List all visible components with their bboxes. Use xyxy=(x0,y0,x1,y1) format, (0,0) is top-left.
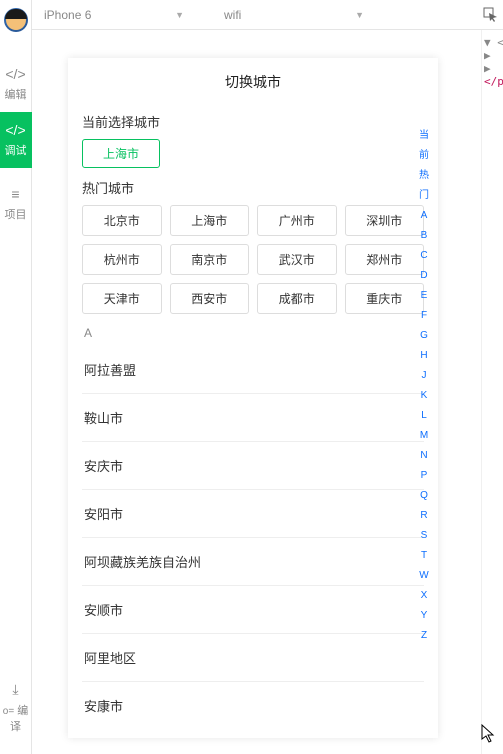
alpha-index-item[interactable]: 热门 xyxy=(416,166,432,206)
inspect-icon[interactable] xyxy=(483,7,499,23)
alpha-index-item[interactable]: T xyxy=(416,546,432,566)
city-list-item[interactable]: 阿里地区 xyxy=(82,633,424,681)
hot-city-item[interactable]: 天津市 xyxy=(82,283,162,314)
avatar[interactable] xyxy=(4,8,28,32)
city-list-item[interactable]: 阿拉善盟 xyxy=(82,346,424,393)
alpha-index-item[interactable]: A xyxy=(416,206,432,226)
hot-city-item[interactable]: 郑州市 xyxy=(345,244,425,275)
sidebar-item-label: o= xyxy=(3,706,14,717)
network-select[interactable]: wifi ▼ xyxy=(224,8,364,22)
sidebar-item-compile[interactable]: ⤓ o= 编译 xyxy=(0,671,32,744)
hot-city-item[interactable]: 重庆市 xyxy=(345,283,425,314)
hot-city-item[interactable]: 上海市 xyxy=(170,205,250,236)
code-line: ▶ xyxy=(482,62,503,75)
current-city-label: 当前选择城市 xyxy=(82,112,424,131)
alpha-index-item[interactable]: S xyxy=(416,526,432,546)
alpha-index-item[interactable]: B xyxy=(416,226,432,246)
simulator: 切换城市 当前选择城市 上海市 热门城市 北京市上海市广州市深圳市杭州市南京市武… xyxy=(68,58,438,738)
hot-city-label: 热门城市 xyxy=(82,178,424,197)
code-icon: </> xyxy=(0,66,32,82)
sidebar-item-label: 项目 xyxy=(5,209,27,221)
alpha-index-item[interactable]: Y xyxy=(416,606,432,626)
sidebar-item-label: 调试 xyxy=(5,145,27,157)
hot-city-item[interactable]: 北京市 xyxy=(82,205,162,236)
page-title: 切换城市 xyxy=(68,58,438,102)
sidebar-item-project[interactable]: ≡ 项目 xyxy=(0,176,32,232)
alpha-index-item[interactable]: F xyxy=(416,306,432,326)
alpha-index-item[interactable]: N xyxy=(416,446,432,466)
alpha-index-item[interactable]: Z xyxy=(416,626,432,646)
hot-city-item[interactable]: 成都市 xyxy=(257,283,337,314)
alpha-index-item[interactable]: G xyxy=(416,326,432,346)
hot-city-item[interactable]: 广州市 xyxy=(257,205,337,236)
alpha-index-item[interactable]: X xyxy=(416,586,432,606)
alpha-index-item[interactable]: C xyxy=(416,246,432,266)
cursor-icon xyxy=(481,724,497,744)
network-label: wifi xyxy=(224,8,241,22)
alpha-index-item[interactable]: E xyxy=(416,286,432,306)
device-select[interactable]: iPhone 6 ▼ xyxy=(44,8,184,22)
letter-header: A xyxy=(82,320,424,346)
alpha-index-item[interactable]: K xyxy=(416,386,432,406)
menu-icon: ≡ xyxy=(0,186,32,202)
code-icon: </> xyxy=(0,122,32,138)
hot-city-item[interactable]: 杭州市 xyxy=(82,244,162,275)
sidebar-item-debug[interactable]: </> 调试 xyxy=(0,112,32,168)
alpha-index-item[interactable]: M xyxy=(416,426,432,446)
hot-city-item[interactable]: 深圳市 xyxy=(345,205,425,236)
code-line: ▼ < xyxy=(482,36,503,49)
hot-city-item[interactable]: 西安市 xyxy=(170,283,250,314)
alpha-index-item[interactable]: W xyxy=(416,566,432,586)
city-list-item[interactable]: 安康市 xyxy=(82,681,424,729)
compile-icon: ⤓ xyxy=(0,681,32,698)
alpha-index-item[interactable]: J xyxy=(416,366,432,386)
city-list-item[interactable]: 安阳市 xyxy=(82,489,424,537)
current-city-chip[interactable]: 上海市 xyxy=(82,139,160,168)
city-list-item[interactable]: 阿坝藏族羌族自治州 xyxy=(82,537,424,585)
alpha-index-item[interactable]: L xyxy=(416,406,432,426)
chevron-down-icon: ▼ xyxy=(175,10,184,20)
alpha-index-item[interactable]: 当前 xyxy=(416,126,432,166)
alpha-index-item[interactable]: H xyxy=(416,346,432,366)
hot-city-item[interactable]: 南京市 xyxy=(170,244,250,275)
hot-city-item[interactable]: 武汉市 xyxy=(257,244,337,275)
code-line: ▶ xyxy=(482,49,503,62)
city-list-item[interactable]: 安庆市 xyxy=(82,441,424,489)
sidebar-item-editor[interactable]: </> 编辑 xyxy=(0,56,32,112)
city-list-item[interactable]: 鞍山市 xyxy=(82,393,424,441)
code-line: </p xyxy=(482,75,503,88)
chevron-down-icon: ▼ xyxy=(355,10,364,20)
alpha-index-item[interactable]: Q xyxy=(416,486,432,506)
city-list-item[interactable]: 安顺市 xyxy=(82,585,424,633)
alpha-index-item[interactable]: D xyxy=(416,266,432,286)
device-label: iPhone 6 xyxy=(44,8,91,22)
code-panel: ▼ < ▶ ▶ </p xyxy=(481,30,503,754)
alpha-index-item[interactable]: P xyxy=(416,466,432,486)
alpha-index-item[interactable]: R xyxy=(416,506,432,526)
sidebar-item-label: 编辑 xyxy=(5,89,27,101)
